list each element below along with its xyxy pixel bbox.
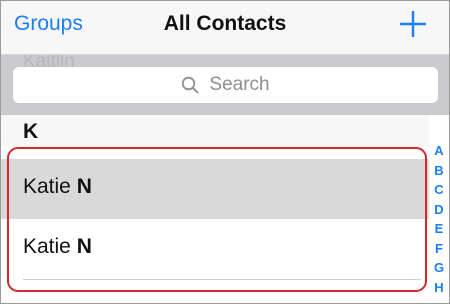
index-letter-e[interactable]: E [429,219,449,239]
contact-last-name: N [76,235,92,258]
search-icon [182,76,199,94]
contacts-screen: Groups All Contacts Kaitlin Search K Kat… [0,0,450,304]
page-title: All Contacts [163,12,287,35]
contact-first-name: Katie [23,175,71,198]
index-letter-b[interactable]: B [429,161,449,181]
index-letter-h[interactable]: H [429,278,449,298]
index-letter-c[interactable]: C [429,180,449,200]
index-letter-d[interactable]: D [429,200,449,220]
contact-first-name: Katie [23,235,71,258]
add-contact-button[interactable] [399,7,427,41]
contact-row[interactable]: Katie N [1,219,429,279]
search-input[interactable]: Search [13,67,438,103]
contact-last-name: N [76,175,92,198]
search-bar: Kaitlin Search [1,55,449,115]
section-header: K [1,115,429,147]
section-index[interactable]: A B C D E F G H [429,141,449,297]
index-letter-f[interactable]: F [429,239,449,259]
section-letter: K [23,120,39,143]
index-letter-a[interactable]: A [429,141,449,161]
row-divider [23,279,421,280]
contact-name: Katie N [23,175,92,199]
contact-name: Katie N [23,235,92,259]
contact-row[interactable]: Katie N [1,159,429,219]
search-placeholder: Search [209,74,270,95]
index-letter-g[interactable]: G [429,258,449,278]
plus-icon [400,11,426,37]
navigation-bar: Groups All Contacts [1,1,449,55]
